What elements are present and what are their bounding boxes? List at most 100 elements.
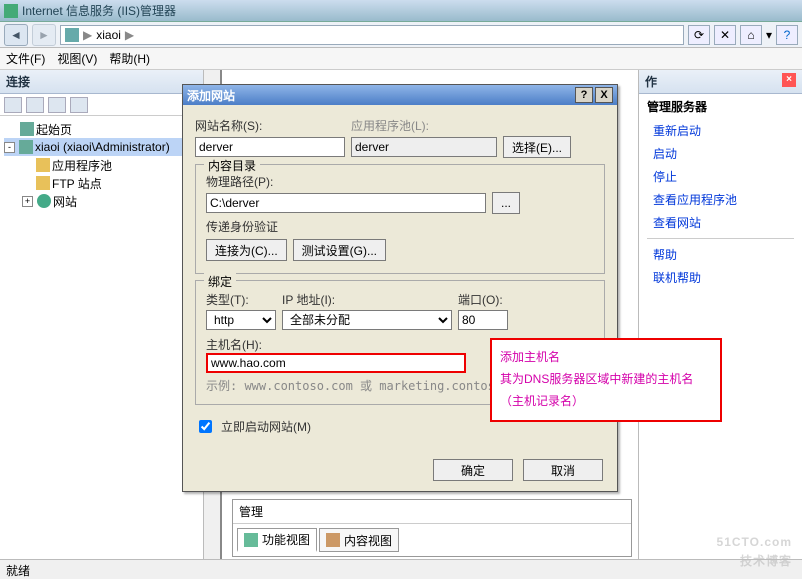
- ip-select[interactable]: 全部未分配: [282, 310, 452, 330]
- close-icon[interactable]: ×: [782, 73, 796, 87]
- actions-title: 作: [645, 75, 657, 89]
- menubar: 文件(F) 视图(V) 帮助(H): [0, 48, 802, 70]
- save-button[interactable]: [26, 97, 44, 113]
- view-tabs-header: 管理: [233, 500, 631, 524]
- breadcrumb-sep: ▶: [125, 28, 134, 42]
- physical-path-label: 物理路径(P):: [206, 173, 594, 190]
- start-page-icon: [20, 122, 34, 136]
- browse-button[interactable]: ...: [492, 192, 520, 214]
- dropdown-icon[interactable]: ▾: [766, 28, 772, 42]
- pool-icon: [36, 158, 50, 172]
- server-icon: [19, 140, 33, 154]
- menu-view[interactable]: 视图(V): [57, 50, 97, 67]
- status-bar: 就绪: [0, 559, 802, 579]
- ok-button[interactable]: 确定: [433, 459, 513, 481]
- annotation-callout: 添加主机名 其为DNS服务器区域中新建的主机名（主机记录名）: [490, 338, 722, 422]
- action-stop[interactable]: 停止: [639, 165, 802, 188]
- tab-features-view[interactable]: 功能视图: [237, 528, 317, 552]
- port-input[interactable]: [458, 310, 508, 330]
- connect-as-button[interactable]: 连接为(C)...: [206, 239, 287, 261]
- app-pool-label: 应用程序池(L):: [351, 117, 429, 134]
- action-help[interactable]: 帮助: [639, 243, 802, 266]
- tab-label: 内容视图: [344, 532, 392, 549]
- content-icon: [326, 533, 340, 547]
- up-button[interactable]: [70, 97, 88, 113]
- cancel-button[interactable]: 取消: [523, 459, 603, 481]
- group-label: 内容目录: [204, 157, 260, 174]
- collapse-icon[interactable]: -: [4, 142, 15, 153]
- tab-label: 功能视图: [262, 531, 310, 548]
- actions-category: 管理服务器: [639, 94, 802, 119]
- tree-app-pools[interactable]: 应用程序池: [4, 156, 203, 174]
- breadcrumb-item[interactable]: xiaoi: [96, 28, 121, 42]
- action-start[interactable]: 启动: [639, 142, 802, 165]
- dialog-close-button[interactable]: X: [595, 87, 613, 103]
- actions-panel: 作 × 管理服务器 重新启动 启动 停止 查看应用程序池 查看网站 帮助 联机帮…: [638, 70, 802, 560]
- nav-back-button[interactable]: ◄: [4, 24, 28, 46]
- dialog-titlebar: 添加网站 ? X: [183, 85, 617, 105]
- expand-icon[interactable]: +: [22, 196, 33, 207]
- tree-label: 网站: [53, 193, 77, 210]
- menu-help[interactable]: 帮助(H): [109, 50, 150, 67]
- status-text: 就绪: [6, 564, 30, 578]
- refresh-button[interactable]: ⟳: [688, 25, 710, 45]
- autostart-checkbox[interactable]: [199, 420, 212, 433]
- app-pool-input: [351, 137, 497, 157]
- tree-label: xiaoi (xiaoi\Administrator): [35, 140, 170, 154]
- server-icon: [65, 28, 79, 42]
- tree-label: 起始页: [36, 121, 72, 138]
- content-directory-group: 内容目录 物理路径(P): ... 传递身份验证 连接为(C)... 测试设置(…: [195, 164, 605, 274]
- breadcrumb[interactable]: ▶ xiaoi ▶: [60, 25, 684, 45]
- port-label: 端口(O):: [458, 291, 503, 308]
- test-settings-button[interactable]: 测试设置(G)...: [293, 239, 386, 261]
- window-title: Internet 信息服务 (IIS)管理器: [22, 2, 176, 19]
- connections-panel: 连接 起始页 - xiaoi (xiaoi\Administrator) 应用程…: [0, 70, 204, 560]
- app-icon: [4, 4, 18, 18]
- actions-header: 作 ×: [639, 70, 802, 94]
- site-name-input[interactable]: [195, 137, 345, 157]
- help-icon: ?: [784, 28, 791, 42]
- arrow-right-icon: ►: [38, 28, 50, 42]
- watermark-subtext: 技术博客: [717, 552, 792, 569]
- action-view-sites[interactable]: 查看网站: [639, 211, 802, 234]
- stop-icon: ✕: [720, 28, 730, 42]
- tree-ftp-sites[interactable]: FTP 站点: [4, 174, 203, 192]
- type-label: 类型(T):: [206, 291, 276, 308]
- delete-button[interactable]: [48, 97, 66, 113]
- menu-file[interactable]: 文件(F): [6, 50, 45, 67]
- hostname-input[interactable]: [206, 353, 466, 373]
- autostart-label: 立即启动网站(M): [221, 418, 311, 435]
- ftp-icon: [36, 176, 50, 190]
- select-pool-button[interactable]: 选择(E)...: [503, 136, 571, 158]
- tree-label: FTP 站点: [52, 175, 102, 192]
- tree-label: 应用程序池: [52, 157, 112, 174]
- dialog-title: 添加网站: [187, 87, 235, 104]
- tree-server-node[interactable]: - xiaoi (xiaoi\Administrator): [4, 138, 203, 156]
- connect-button[interactable]: [4, 97, 22, 113]
- help-button[interactable]: ?: [776, 25, 798, 45]
- watermark: 51CTO.com 技术博客: [717, 526, 792, 569]
- add-website-dialog: 添加网站 ? X 网站名称(S): 应用程序池(L): 选择(E)... 内容目…: [182, 84, 618, 492]
- tab-content-view[interactable]: 内容视图: [319, 528, 399, 552]
- globe-icon: [37, 194, 51, 208]
- nav-forward-button: ►: [32, 24, 56, 46]
- breadcrumb-sep: ▶: [83, 28, 92, 42]
- stop-button[interactable]: ✕: [714, 25, 736, 45]
- physical-path-input[interactable]: [206, 193, 486, 213]
- window-titlebar: Internet 信息服务 (IIS)管理器: [0, 0, 802, 22]
- home-button[interactable]: ⌂: [740, 25, 762, 45]
- arrow-left-icon: ◄: [10, 28, 22, 42]
- tree-start-page[interactable]: 起始页: [4, 120, 203, 138]
- action-online-help[interactable]: 联机帮助: [639, 266, 802, 289]
- features-icon: [244, 533, 258, 547]
- ip-label: IP 地址(I):: [282, 291, 452, 308]
- action-view-pools[interactable]: 查看应用程序池: [639, 188, 802, 211]
- type-select[interactable]: http: [206, 310, 276, 330]
- tree-sites-node[interactable]: + 网站: [4, 192, 203, 210]
- refresh-icon: ⟳: [694, 28, 704, 42]
- action-restart[interactable]: 重新启动: [639, 119, 802, 142]
- dialog-help-button[interactable]: ?: [575, 87, 593, 103]
- connections-header: 连接: [0, 70, 203, 94]
- nav-toolbar: ◄ ► ▶ xiaoi ▶ ⟳ ✕ ⌂ ▾ ?: [0, 22, 802, 48]
- annotation-line: 其为DNS服务器区域中新建的主机名（主机记录名）: [500, 368, 712, 412]
